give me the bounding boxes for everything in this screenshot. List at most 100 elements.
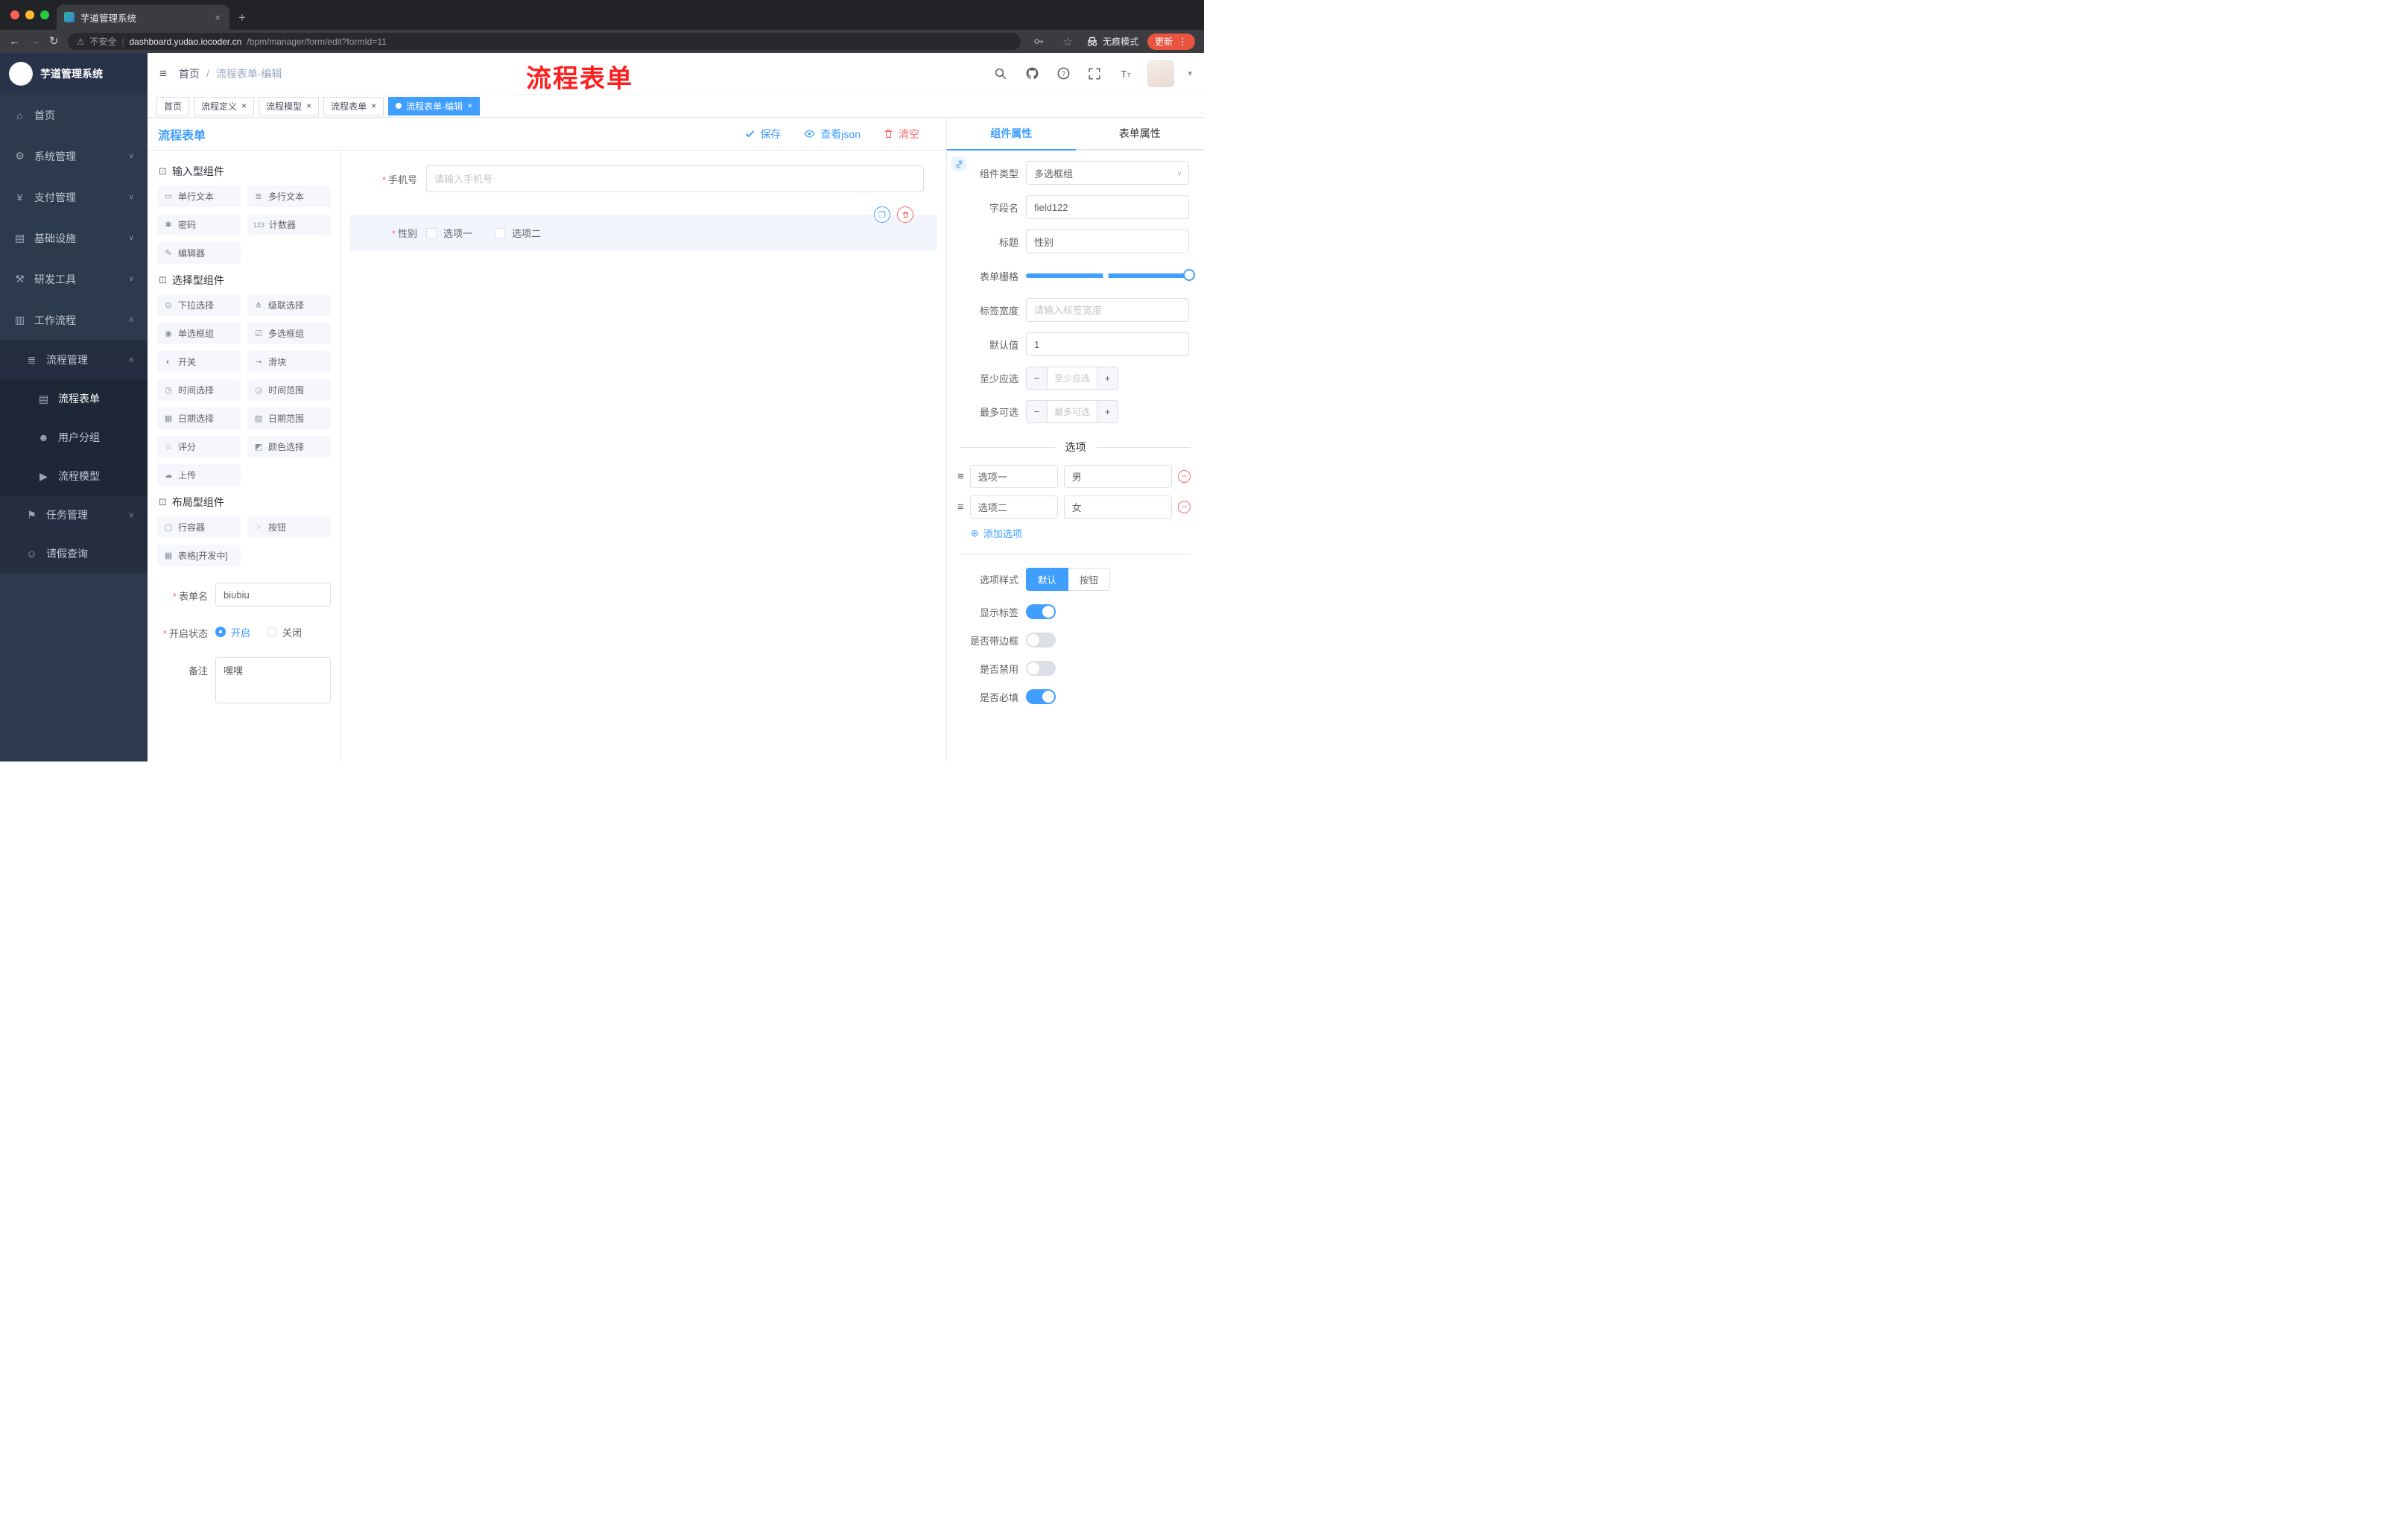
field-name-input[interactable] [1026, 195, 1189, 219]
checkbox-option-2[interactable]: 选项二 [495, 226, 541, 240]
palette-item-date-range[interactable]: ▧ 日期范围 [247, 408, 331, 429]
grid-slider[interactable] [1026, 264, 1195, 288]
close-icon[interactable]: × [371, 101, 376, 110]
checkbox-icon[interactable] [426, 227, 437, 238]
tag-home[interactable]: 首页 [156, 96, 190, 115]
palette-item-row-container[interactable]: ▢ 行容器 [157, 516, 241, 538]
plus-icon[interactable]: + [1097, 367, 1118, 389]
palette-item-date-picker[interactable]: ▦ 日期选择 [157, 408, 241, 429]
link-icon[interactable] [951, 156, 966, 171]
collapse-sidebar-icon[interactable]: ≡ [159, 66, 167, 81]
reload-button[interactable]: ↻ [49, 36, 59, 47]
breadcrumb-home[interactable]: 首页 [179, 66, 200, 81]
label-width-input[interactable] [1026, 298, 1189, 322]
palette-item-select[interactable]: ⊙ 下拉选择 [157, 294, 241, 316]
sidebar-item-leave-query[interactable]: ☺ 请假查询 [0, 534, 148, 573]
palette-item-button[interactable]: ☞ 按钮 [247, 516, 331, 538]
remove-option-icon[interactable]: − [1178, 501, 1191, 513]
close-icon[interactable]: × [306, 101, 311, 110]
tag-process-model[interactable]: 流程模型 × [259, 96, 320, 115]
border-switch[interactable] [1026, 633, 1056, 647]
browser-tab[interactable]: 芋道管理系统 × [57, 4, 229, 30]
close-icon[interactable]: × [467, 101, 472, 110]
status-radio-on[interactable]: 开启 [215, 625, 250, 639]
sidebar-item-process-form[interactable]: ▤ 流程表单 [0, 379, 148, 418]
clear-button[interactable]: 清空 [883, 127, 919, 142]
canvas-field-gender[interactable]: ❐ * 性别 选项一 选项二 [350, 206, 937, 251]
required-switch[interactable] [1026, 689, 1056, 704]
avatar[interactable] [1147, 60, 1175, 87]
disabled-switch[interactable] [1026, 661, 1056, 676]
palette-item-rate[interactable]: ☆ 评分 [157, 436, 241, 457]
palette-item-counter[interactable]: 123 计数器 [247, 214, 331, 235]
slider-track[interactable] [1026, 269, 1195, 281]
palette-item-checkbox-group[interactable]: ☑ 多选框组 [247, 323, 331, 344]
sidebar-item-system[interactable]: ⚙ 系统管理 ∨ [0, 136, 148, 177]
palette-item-cascader[interactable]: ⋔ 级联选择 [247, 294, 331, 316]
minus-icon[interactable]: − [1027, 401, 1048, 422]
sidebar-item-home[interactable]: ⌂ 首页 [0, 95, 148, 136]
github-icon[interactable] [1022, 64, 1042, 83]
slider-handle[interactable] [1183, 269, 1195, 281]
palette-item-slider[interactable]: ⊸ 滑块 [247, 351, 331, 373]
tab-component-props[interactable]: 组件属性 [947, 118, 1076, 151]
fullscreen-icon[interactable] [1085, 64, 1104, 83]
min-select-input[interactable] [1048, 367, 1097, 389]
view-json-button[interactable]: 查看json [803, 127, 861, 142]
update-chip[interactable]: 更新 ⋮ [1147, 33, 1195, 50]
new-tab-button[interactable]: + [238, 10, 246, 25]
palette-item-table[interactable]: ▦ 表格[开发中] [157, 545, 241, 566]
palette-item-single-line-text[interactable]: ▭ 单行文本 [157, 186, 241, 207]
tag-process-form[interactable]: 流程表单 × [323, 96, 384, 115]
checkbox-icon[interactable] [495, 227, 506, 238]
sidebar-item-payment[interactable]: ¥ 支付管理 ∨ [0, 177, 148, 218]
sidebar-item-process-model[interactable]: ▶ 流程模型 [0, 457, 148, 495]
key-icon[interactable] [1030, 32, 1049, 51]
copy-field-button[interactable]: ❐ [874, 206, 890, 223]
tab-close-icon[interactable]: × [213, 12, 222, 23]
palette-item-upload[interactable]: ☁ 上传 [157, 464, 241, 486]
palette-item-editor[interactable]: ✎ 编辑器 [157, 242, 241, 264]
sidebar-item-workflow[interactable]: ▥ 工作流程 ∧ [0, 300, 148, 341]
help-icon[interactable]: ? [1054, 64, 1073, 83]
canvas-field-phone[interactable]: * 手机号 [350, 159, 937, 198]
bookmark-star-icon[interactable]: ☆ [1058, 32, 1077, 51]
checkbox-option-1[interactable]: 选项一 [426, 226, 472, 240]
sidebar-item-user-group[interactable]: ☻ 用户分组 [0, 418, 148, 457]
forward-button[interactable]: → [29, 36, 40, 47]
sidebar-item-infrastructure[interactable]: ▤ 基础设施 ∨ [0, 218, 148, 259]
max-select-stepper[interactable]: − + [1026, 400, 1118, 423]
zoom-window-button[interactable] [40, 10, 49, 19]
default-value-input[interactable] [1026, 332, 1189, 356]
browser-menu-icon[interactable]: ⋮ [1178, 36, 1188, 48]
add-option-button[interactable]: ⊕ 添加选项 [971, 526, 1204, 540]
sidebar-item-devtools[interactable]: ⚒ 研发工具 ∨ [0, 259, 148, 300]
tag-process-form-edit[interactable]: 流程表单-编辑 × [388, 96, 481, 115]
drag-handle-icon[interactable]: ≡ [957, 470, 964, 483]
delete-field-button[interactable] [897, 206, 913, 223]
show-label-switch[interactable] [1026, 604, 1056, 619]
sidebar-item-process-management[interactable]: ≣ 流程管理 ∧ [0, 341, 148, 379]
palette-item-password[interactable]: ✱ 密码 [157, 214, 241, 235]
form-canvas[interactable]: *手机号 ❐ *性别 [341, 151, 946, 762]
component-type-select[interactable] [1026, 161, 1189, 185]
option-label-input[interactable] [969, 495, 1058, 519]
min-select-stepper[interactable]: − + [1026, 367, 1118, 390]
title-input[interactable] [1026, 229, 1189, 253]
style-button-button[interactable]: 按钮 [1068, 568, 1111, 591]
search-icon[interactable] [991, 64, 1010, 83]
sidebar-item-task-management[interactable]: ⚑ 任务管理 ∨ [0, 495, 148, 534]
back-button[interactable]: ← [9, 36, 20, 47]
avatar-caret-icon[interactable]: ▾ [1188, 69, 1192, 78]
minus-icon[interactable]: − [1027, 367, 1048, 389]
save-button[interactable]: 保存 [744, 127, 781, 142]
status-radio-off[interactable]: 关闭 [267, 625, 302, 639]
option-label-input[interactable] [969, 465, 1058, 488]
font-size-icon[interactable]: TT [1116, 64, 1135, 83]
palette-item-textarea[interactable]: ≣ 多行文本 [247, 186, 331, 207]
palette-item-radio-group[interactable]: ◉ 单选框组 [157, 323, 241, 344]
minimize-window-button[interactable] [25, 10, 34, 19]
plus-icon[interactable]: + [1097, 401, 1118, 422]
palette-item-switch[interactable]: ◐ 开关 [157, 351, 241, 373]
style-default-button[interactable]: 默认 [1026, 568, 1069, 591]
